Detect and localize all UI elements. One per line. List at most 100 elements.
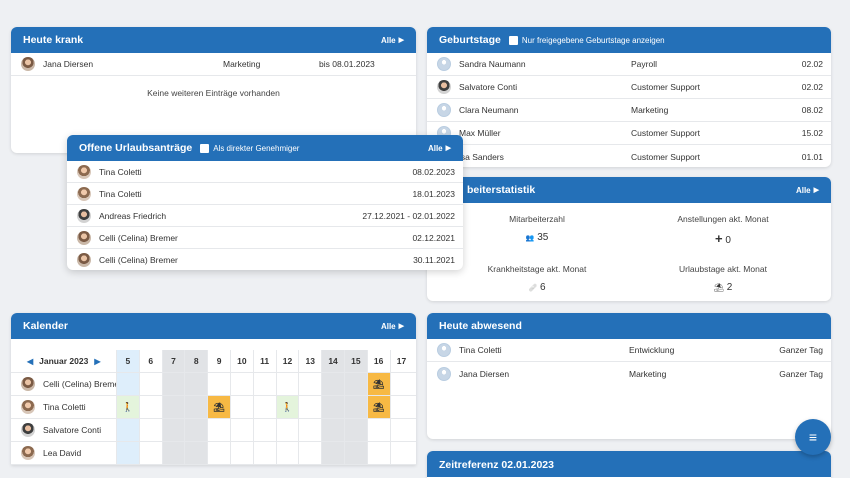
day-cell[interactable] xyxy=(366,442,390,464)
request-date: 27.12.2021 - 02.01.2022 xyxy=(362,210,455,221)
list-item[interactable]: Salvatore Conti Customer Support 02.02 xyxy=(427,76,831,99)
day-cell[interactable] xyxy=(321,442,344,464)
day-cell[interactable] xyxy=(161,373,185,395)
day-cell[interactable] xyxy=(343,396,367,418)
list-item[interactable]: Andreas Friedrich 27.12.2021 - 02.01.2022 xyxy=(67,205,463,227)
day-cell[interactable] xyxy=(252,396,276,418)
calendar-person-row: Salvatore Conti xyxy=(11,419,416,442)
alle-link[interactable]: Alle ▶ xyxy=(796,186,819,195)
person-name: Celli (Celina) Bremer xyxy=(99,255,178,265)
day-cell[interactable] xyxy=(275,419,299,441)
day-cell[interactable] xyxy=(138,442,162,464)
day-cell[interactable] xyxy=(184,419,208,441)
next-month-icon[interactable]: ▶ xyxy=(94,357,100,366)
list-item[interactable]: Sandra Naumann Payroll 02.02 xyxy=(427,53,831,76)
day-cell[interactable]: ⛱ xyxy=(366,396,390,418)
list-item[interactable]: Jana Diersen Marketing Ganzer Tag xyxy=(427,362,831,385)
list-item[interactable]: Clara Neumann Marketing 08.02 xyxy=(427,99,831,122)
day-header: 7 xyxy=(161,350,185,372)
day-cell[interactable] xyxy=(343,442,367,464)
month-label: Januar 2023 xyxy=(39,356,89,366)
day-cell[interactable] xyxy=(161,442,185,464)
day-header: 10 xyxy=(229,350,253,372)
day-cell[interactable] xyxy=(252,419,276,441)
day-cell[interactable]: ⛱ xyxy=(366,373,390,395)
avatar xyxy=(21,57,35,71)
day-cell[interactable] xyxy=(252,373,276,395)
day-cell[interactable] xyxy=(321,396,344,418)
list-item[interactable]: Tina Coletti Entwicklung Ganzer Tag xyxy=(427,339,831,362)
day-cell[interactable] xyxy=(116,373,139,395)
day-cell[interactable] xyxy=(275,442,299,464)
day-cell[interactable] xyxy=(298,419,321,441)
day-cell[interactable] xyxy=(116,419,139,441)
birthday-date: 02.02 xyxy=(801,59,823,69)
alle-link[interactable]: Alle ▶ xyxy=(428,144,451,153)
day-cell[interactable] xyxy=(298,442,321,464)
request-date: 08.02.2023 xyxy=(412,166,455,177)
direct-approver-checkbox[interactable]: Als direkter Genehmiger xyxy=(200,143,299,153)
list-item[interactable]: Celli (Celina) Bremer 30.11.2021 xyxy=(67,249,463,270)
day-cell[interactable] xyxy=(229,373,253,395)
day-cell[interactable] xyxy=(275,373,299,395)
chevron-right-icon: ▶ xyxy=(813,187,819,194)
card-header: Kalender Alle ▶ xyxy=(11,313,416,339)
empty-message: Keine weiteren Einträge vorhanden xyxy=(147,88,280,98)
alle-link[interactable]: Alle ▶ xyxy=(381,36,404,45)
day-cell[interactable] xyxy=(298,396,321,418)
birthday-date: 15.02 xyxy=(801,128,823,138)
day-cell[interactable] xyxy=(298,373,321,395)
released-only-checkbox[interactable]: Nur freigegebene Geburtstage anzeigen xyxy=(508,35,665,45)
person-name: Celli (Celina) Bremer xyxy=(43,379,116,389)
day-cell[interactable] xyxy=(138,419,162,441)
person-name: Max Müller xyxy=(459,128,501,138)
day-cell[interactable]: 🚶 xyxy=(116,396,139,418)
day-cell[interactable] xyxy=(161,419,185,441)
day-cell[interactable] xyxy=(389,419,413,441)
card-zeitreferenz: Zeitreferenz 02.01.2023 xyxy=(427,451,831,478)
list-item[interactable]: isa Sanders Customer Support 01.01 xyxy=(427,145,831,167)
person-name: Jana Diersen xyxy=(43,59,94,69)
day-cell[interactable] xyxy=(116,442,139,464)
prev-month-icon[interactable]: ◀ xyxy=(27,357,33,366)
department: Marketing xyxy=(223,59,261,69)
day-cell[interactable] xyxy=(184,373,208,395)
list-item[interactable]: Celli (Celina) Bremer 02.12.2021 xyxy=(67,227,463,249)
calendar-person-row: Tina Coletti 🚶 ⛱ 🚶 ⛱ xyxy=(11,396,416,419)
day-cell[interactable] xyxy=(389,373,413,395)
list-item[interactable]: Max Müller Customer Support 15.02 xyxy=(427,122,831,145)
day-cell[interactable] xyxy=(207,373,230,395)
day-cell[interactable] xyxy=(184,442,208,464)
day-cell[interactable] xyxy=(207,419,230,441)
request-date: 30.11.2021 xyxy=(413,255,455,265)
stat-anstellungen: Anstellungen akt. Monat + 0 xyxy=(677,214,769,246)
day-cell[interactable]: ⛱ xyxy=(207,396,230,418)
list-item[interactable]: Tina Coletti 18.01.2023 xyxy=(67,183,463,205)
day-cell[interactable] xyxy=(229,396,253,418)
day-cell[interactable] xyxy=(366,419,390,441)
day-cell[interactable] xyxy=(161,396,185,418)
menu-fab-button[interactable]: ≡ xyxy=(795,419,831,455)
day-cell[interactable] xyxy=(184,396,208,418)
day-cell[interactable] xyxy=(389,396,413,418)
day-cell[interactable] xyxy=(343,373,367,395)
day-cell[interactable]: 🚶 xyxy=(275,396,299,418)
alle-link[interactable]: Alle ▶ xyxy=(381,322,404,331)
day-cell[interactable] xyxy=(343,419,367,441)
avatar xyxy=(21,377,35,391)
request-date: 18.01.2023 xyxy=(412,188,455,199)
day-cell[interactable] xyxy=(207,442,230,464)
day-cell[interactable] xyxy=(229,442,253,464)
chevron-right-icon: ▶ xyxy=(398,37,404,44)
avatar xyxy=(77,208,91,223)
day-cell[interactable] xyxy=(252,442,276,464)
list-item[interactable]: Tina Coletti 08.02.2023 xyxy=(67,161,463,183)
day-cell[interactable] xyxy=(138,396,162,418)
avatar xyxy=(77,253,91,267)
list-item[interactable]: Jana Diersen Marketing bis 08.01.2023 xyxy=(11,53,416,76)
day-cell[interactable] xyxy=(229,419,253,441)
day-cell[interactable] xyxy=(138,373,162,395)
day-cell[interactable] xyxy=(321,373,344,395)
day-cell[interactable] xyxy=(389,442,413,464)
day-cell[interactable] xyxy=(321,419,344,441)
